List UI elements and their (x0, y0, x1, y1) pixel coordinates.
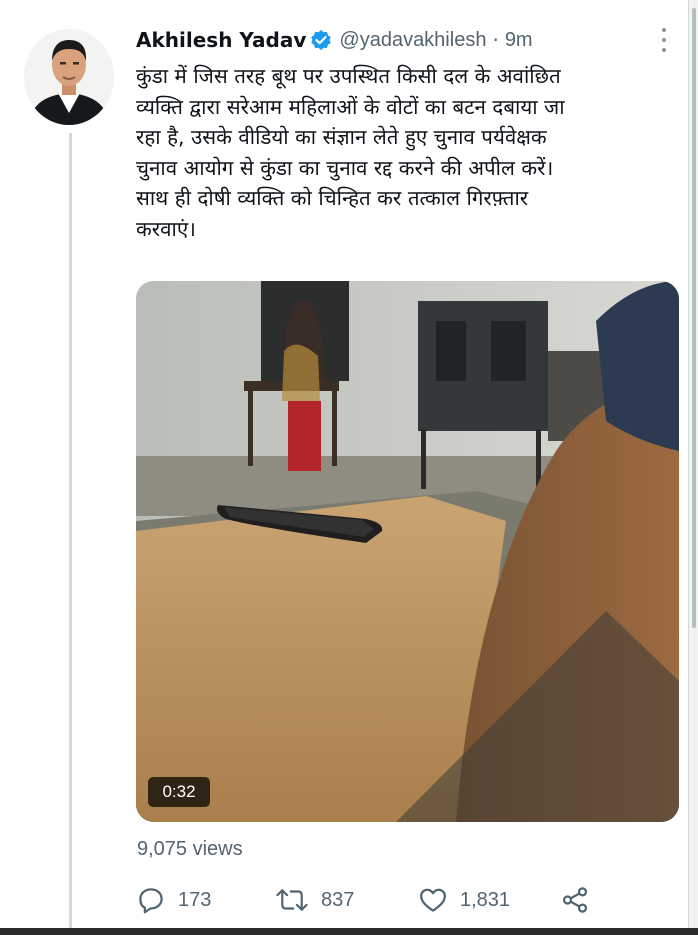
retweet-count: 837 (321, 888, 355, 911)
verified-badge-icon (310, 29, 332, 51)
retweet-button[interactable]: 837 (275, 880, 354, 920)
window-bottom-edge (0, 928, 698, 935)
retweet-icon (275, 885, 309, 915)
tweet-text-line: चुनाव आयोग से कुंडा का चुनाव रद्द करने क… (136, 155, 554, 180)
author-handle[interactable]: @yadavakhilesh (339, 29, 486, 52)
reply-icon (136, 885, 166, 915)
author-name[interactable]: Akhilesh Yadav (136, 28, 306, 52)
view-count: 9,075 views (137, 838, 243, 860)
tweet-actions: 173 837 1,831 (136, 880, 676, 920)
tweet-text: कुंडा में जिस तरह बूथ पर उपस्थित किसी दल… (136, 61, 676, 244)
thread-line (69, 133, 72, 928)
more-options-icon[interactable] (659, 28, 669, 52)
tweet-header: Akhilesh Yadav @yadavakhilesh · 9m (136, 23, 533, 57)
tweet-text-line: करवाएं। (136, 216, 196, 241)
separator-dot: · (492, 28, 499, 52)
tweet-text-line: व्यक्ति द्वारा सरेआम महिलाओं के वोटों का… (136, 94, 565, 119)
tweet-text-line: कुंडा में जिस तरह बूथ पर उपस्थित किसी दल… (136, 64, 561, 88)
like-count: 1,831 (460, 888, 511, 911)
share-button[interactable] (560, 880, 590, 920)
heart-icon (418, 885, 448, 915)
reply-count: 173 (178, 888, 212, 911)
video-player[interactable] (136, 281, 679, 822)
tweet-text-line: साथ ही दोषी व्यक्ति को चिन्हित कर तत्काल… (136, 186, 529, 210)
video-frame (136, 281, 679, 822)
like-button[interactable]: 1,831 (418, 880, 510, 920)
share-icon (560, 885, 590, 915)
tweet-text-line: रहा है, उसके वीडियो का संज्ञान लेते हुए … (136, 125, 547, 149)
reply-button[interactable]: 173 (136, 880, 211, 920)
tweet-timestamp[interactable]: 9m (505, 29, 533, 52)
scrollbar-thumb[interactable] (692, 8, 696, 628)
video-duration-badge: 0:32 (148, 777, 210, 807)
avatar[interactable] (24, 29, 114, 125)
